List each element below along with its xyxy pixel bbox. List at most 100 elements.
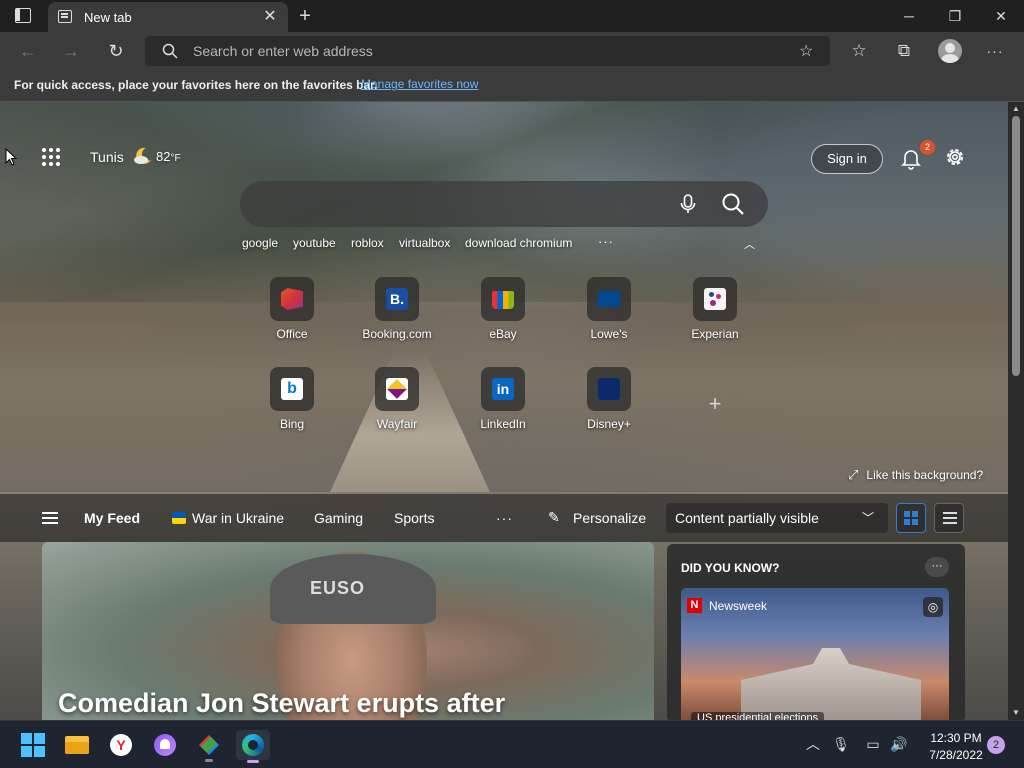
network-icon[interactable]: ▭ [862,733,884,755]
quick-link-linkedin[interactable]: in LinkedIn [458,367,548,447]
globe-icon[interactable]: ◎ [923,597,943,617]
quick-link-wayfair[interactable]: Wayfair [352,367,442,447]
lowes-icon [598,291,620,307]
add-quick-link-icon[interactable]: + [704,393,726,415]
quick-link-lowes[interactable]: Lowe's [564,277,654,357]
minimize-button[interactable]: ─ [886,0,932,32]
collections-icon[interactable]: ⧉ [888,36,920,66]
add-favorite-icon[interactable]: ☆ [799,41,813,61]
news-source: Newsweek [709,599,768,613]
forward-button[interactable]: → [55,36,87,66]
weather-temperature: 82°F [156,149,181,164]
list-icon [943,512,957,524]
feed-tab-my-feed[interactable]: My Feed [84,510,140,526]
gear-icon[interactable] [944,146,966,168]
microphone-icon[interactable]: 🎙 [830,733,852,755]
tile-label: Booking.com [362,327,432,341]
trending-item[interactable]: virtualbox [399,236,450,250]
file-explorer-icon[interactable] [62,730,92,760]
trending-item[interactable]: roblox [351,236,384,250]
trending-item[interactable]: youtube [293,236,336,250]
tile-label: Disney+ [587,417,631,431]
tab-actions-icon[interactable] [15,8,31,23]
ebay-bag-icon [492,291,514,309]
tile-label: Wayfair [376,417,418,431]
edge-browser-icon[interactable] [236,730,270,763]
content-visibility-dropdown[interactable]: Content partially visible ﹀ [666,503,888,533]
tile-label: eBay [489,327,517,341]
scrollbar-thumb[interactable] [1012,116,1020,376]
tab-new-tab[interactable]: New tab ✕ [48,2,288,32]
chevron-up-icon[interactable]: ︿ [744,236,755,252]
scroll-up-icon[interactable]: ▲ [1008,102,1024,116]
trending-item[interactable]: download chromium [465,236,572,250]
restore-button[interactable]: ❐ [932,0,978,32]
experian-icon [704,288,726,310]
did-you-know-image[interactable]: N Newsweek ◎ US presidential elections [681,588,949,720]
capitol-building-image [741,648,921,720]
close-window-button[interactable]: ✕ [978,0,1024,32]
favorites-bar: For quick access, place your favorites h… [0,70,1024,102]
disney-plus-icon [598,378,620,400]
navigation-toolbar: ← → ↻ Search or enter web address ☆ ☆ ⧉ … [0,32,1024,70]
hero-news-card[interactable]: EUSO Comedian Jon Stewart erupts after [42,542,654,720]
scroll-down-icon[interactable]: ▼ [1008,706,1024,720]
like-background-link[interactable]: ⤢ Like this background? [848,467,983,483]
back-button[interactable]: ← [12,36,44,66]
office-icon [281,288,303,310]
card-more-button[interactable]: ··· [925,557,949,577]
taskbar: Y ︿ 🎙 ▭ 🔊 12:30 PM 7/28/2022 2 [0,720,1024,768]
address-bar[interactable]: Search or enter web address ☆ [145,36,830,66]
trending-item[interactable]: google [242,236,278,250]
volume-icon[interactable]: 🔊 [888,733,910,755]
clock-time[interactable]: 12:30 PM [924,731,988,745]
quick-link-booking[interactable]: B. Booking.com [352,277,442,357]
expand-icon: ⤢ [848,467,859,482]
personalize-button[interactable]: Personalize [573,510,646,526]
quick-link-ebay[interactable]: eBay [458,277,548,357]
notification-center-badge[interactable]: 2 [987,736,1005,754]
windows-start-icon[interactable] [18,730,48,760]
profile-avatar[interactable] [938,39,962,63]
search-icon [162,43,178,59]
yandex-browser-icon[interactable]: Y [106,730,136,760]
quick-link-experian[interactable]: Experian [670,277,760,357]
quick-link-bing[interactable]: b Bing [247,367,337,447]
chevron-up-icon[interactable]: ︿ [802,733,824,755]
close-tab-icon[interactable]: ✕ [260,7,280,27]
feed-more-button[interactable]: ··· [496,510,513,526]
apps-grid-icon[interactable] [42,148,62,168]
alice-assistant-icon[interactable] [150,730,180,760]
quick-link-office[interactable]: Office [247,277,337,357]
feed-tab-sports[interactable]: Sports [394,510,434,526]
quick-link-disney[interactable]: Disney+ [564,367,654,447]
tab-title: New tab [84,10,132,25]
new-tab-button[interactable]: + [292,4,318,28]
partly-cloudy-night-icon [134,147,151,164]
did-you-know-card[interactable]: DID YOU KNOW? ··· N Newsweek ◎ US presid… [667,544,965,720]
hero-headline[interactable]: Comedian Jon Stewart erupts after [58,688,505,719]
new-tab-icon [58,10,72,23]
refresh-button[interactable]: ↻ [100,36,132,66]
grid-view-button[interactable] [896,503,926,533]
tile-label: Bing [279,417,305,431]
paint-app-icon[interactable] [194,730,224,762]
linkedin-icon: in [492,378,514,400]
favorites-bar-message: For quick access, place your favorites h… [14,78,378,92]
trending-more-button[interactable]: ··· [598,234,614,249]
chevron-down-icon: ﹀ [862,511,875,525]
list-view-button[interactable] [934,503,964,533]
manage-favorites-link[interactable]: Manage favorites now [361,77,478,91]
microphone-icon[interactable] [676,192,700,216]
clock-date[interactable]: 7/28/2022 [924,748,988,762]
hamburger-menu-icon[interactable] [42,512,58,524]
weather-city[interactable]: Tunis [90,149,124,165]
sign-in-button[interactable]: Sign in [811,144,883,174]
search-icon[interactable] [720,191,746,217]
settings-menu-icon[interactable]: ··· [979,36,1011,66]
favorites-icon[interactable]: ☆ [843,36,875,66]
tile-label: Experian [691,327,739,341]
feed-tab-ukraine[interactable]: War in Ukraine [192,510,284,526]
feed-tab-gaming[interactable]: Gaming [314,510,363,526]
page-scrollbar[interactable]: ▲ ▼ [1008,102,1024,720]
